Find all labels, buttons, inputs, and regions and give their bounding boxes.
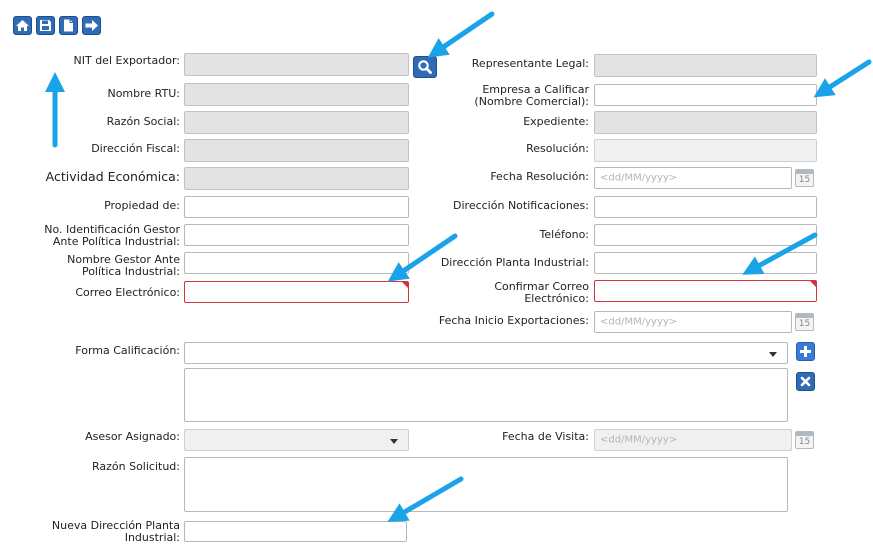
- label-telefono: Teléfono:: [539, 228, 589, 241]
- add-forma-button[interactable]: [796, 342, 815, 361]
- fecha-resolucion-placeholder: <dd/MM/yyyy>: [600, 172, 678, 184]
- nueva-direccion-planta-field[interactable]: [184, 521, 407, 542]
- propiedad-de-field[interactable]: [184, 196, 409, 218]
- label-expediente: Expediente:: [523, 115, 589, 128]
- no-identificacion-gestor-field[interactable]: [184, 224, 409, 246]
- label-resolucion: Resolución:: [526, 142, 589, 155]
- label-forma-calificacion: Forma Calificación:: [75, 344, 180, 357]
- label-direccion-fiscal: Dirección Fiscal:: [91, 142, 180, 155]
- arrow-icon: [427, 11, 495, 58]
- arrow-icon: [813, 59, 872, 98]
- label-fecha-visita: Fecha de Visita:: [502, 430, 589, 443]
- chevron-down-icon: [769, 352, 777, 357]
- next-button[interactable]: [82, 16, 101, 35]
- label-correo-electronico: Correo Electrónico:: [75, 286, 180, 299]
- telefono-field[interactable]: [594, 224, 817, 246]
- razon-social-field[interactable]: [184, 111, 409, 134]
- empresa-calificar-field[interactable]: [594, 84, 817, 106]
- remove-forma-button[interactable]: [796, 372, 815, 391]
- label-confirmar-correo-line1: Confirmar Correo: [494, 280, 589, 293]
- label-empresa-calificar-line2: (Nombre Comercial):: [474, 95, 589, 108]
- resolucion-field[interactable]: [594, 139, 817, 162]
- fecha-resolucion-field[interactable]: <dd/MM/yyyy>: [594, 167, 792, 189]
- label-nombre-gestor-line2: Política Industrial:: [81, 265, 180, 278]
- razon-solicitud-textarea[interactable]: [184, 457, 788, 512]
- label-nombre-rtu: Nombre RTU:: [107, 87, 180, 100]
- home-icon: [16, 20, 29, 31]
- label-asesor-asignado: Asesor Asignado:: [85, 430, 180, 443]
- close-icon: [800, 376, 811, 387]
- fecha-inicio-placeholder: <dd/MM/yyyy>: [600, 316, 678, 328]
- confirmar-correo-field[interactable]: [594, 280, 817, 302]
- label-nit-exportador: NIT del Exportador:: [73, 54, 181, 67]
- save-icon: [40, 20, 51, 31]
- direccion-notificaciones-field[interactable]: [594, 196, 817, 218]
- label-direccion-notificaciones: Dirección Notificaciones:: [453, 199, 589, 212]
- label-fecha-inicio-exportaciones: Fecha Inicio Exportaciones:: [438, 314, 589, 327]
- label-actividad-economica: Actividad Económica:: [45, 169, 180, 184]
- label-propiedad-de: Propiedad de:: [104, 199, 180, 212]
- fecha-visita-placeholder: <dd/MM/yyyy>: [600, 434, 678, 446]
- fecha-resolucion-calendar-button[interactable]: 15: [795, 169, 814, 187]
- fecha-inicio-exportaciones-field[interactable]: <dd/MM/yyyy>: [594, 311, 792, 333]
- representante-legal-field[interactable]: [594, 54, 817, 77]
- nit-exportador-field[interactable]: [184, 53, 409, 76]
- label-empresa-calificar-line1: Empresa a Calificar: [482, 83, 589, 96]
- label-razon-social: Razón Social:: [106, 115, 180, 128]
- actividad-economica-field[interactable]: [184, 167, 409, 190]
- label-nueva-direccion-line1: Nueva Dirección Planta: [51, 519, 180, 532]
- label-representante-legal: Representante Legal:: [471, 57, 589, 70]
- label-no-identificacion-line2: Ante Política Industrial:: [52, 235, 180, 248]
- home-button[interactable]: [13, 16, 32, 35]
- label-razon-solicitud: Razón Solicitud:: [91, 460, 180, 473]
- label-nombre-gestor-line1: Nombre Gestor Ante: [67, 253, 180, 266]
- fecha-visita-calendar-button[interactable]: 15: [795, 431, 814, 449]
- fecha-visita-field[interactable]: <dd/MM/yyyy>: [594, 429, 792, 451]
- plus-icon: [800, 346, 811, 357]
- forma-calificacion-list[interactable]: [184, 368, 788, 422]
- arrow-right-icon: [85, 20, 98, 31]
- asesor-asignado-select[interactable]: [184, 429, 409, 451]
- correo-electronico-field[interactable]: [184, 281, 409, 303]
- fecha-inicio-calendar-button[interactable]: 15: [795, 313, 814, 331]
- label-no-identificacion-line1: No. Identificación Gestor: [44, 223, 180, 236]
- nombre-gestor-field[interactable]: [184, 252, 409, 274]
- document-icon: [64, 19, 73, 32]
- forma-calificacion-select[interactable]: [184, 342, 788, 364]
- chevron-down-icon: [390, 439, 398, 444]
- label-nueva-direccion-line2: Industrial:: [124, 531, 180, 544]
- label-confirmar-correo-line2: Electrónico:: [524, 292, 589, 305]
- search-icon: [418, 60, 432, 74]
- calendar-icon: 15: [798, 175, 811, 185]
- expediente-field[interactable]: [594, 111, 817, 134]
- calendar-icon: 15: [798, 437, 811, 447]
- search-nit-button[interactable]: [413, 56, 437, 78]
- label-fecha-resolucion: Fecha Resolución:: [490, 170, 589, 183]
- label-direccion-planta: Dirección Planta Industrial:: [440, 256, 589, 269]
- nombre-rtu-field[interactable]: [184, 83, 409, 106]
- calendar-icon: 15: [798, 319, 811, 329]
- direccion-fiscal-field[interactable]: [184, 139, 409, 162]
- save-button[interactable]: [36, 16, 55, 35]
- new-document-button[interactable]: [59, 16, 78, 35]
- direccion-planta-field[interactable]: [594, 252, 817, 274]
